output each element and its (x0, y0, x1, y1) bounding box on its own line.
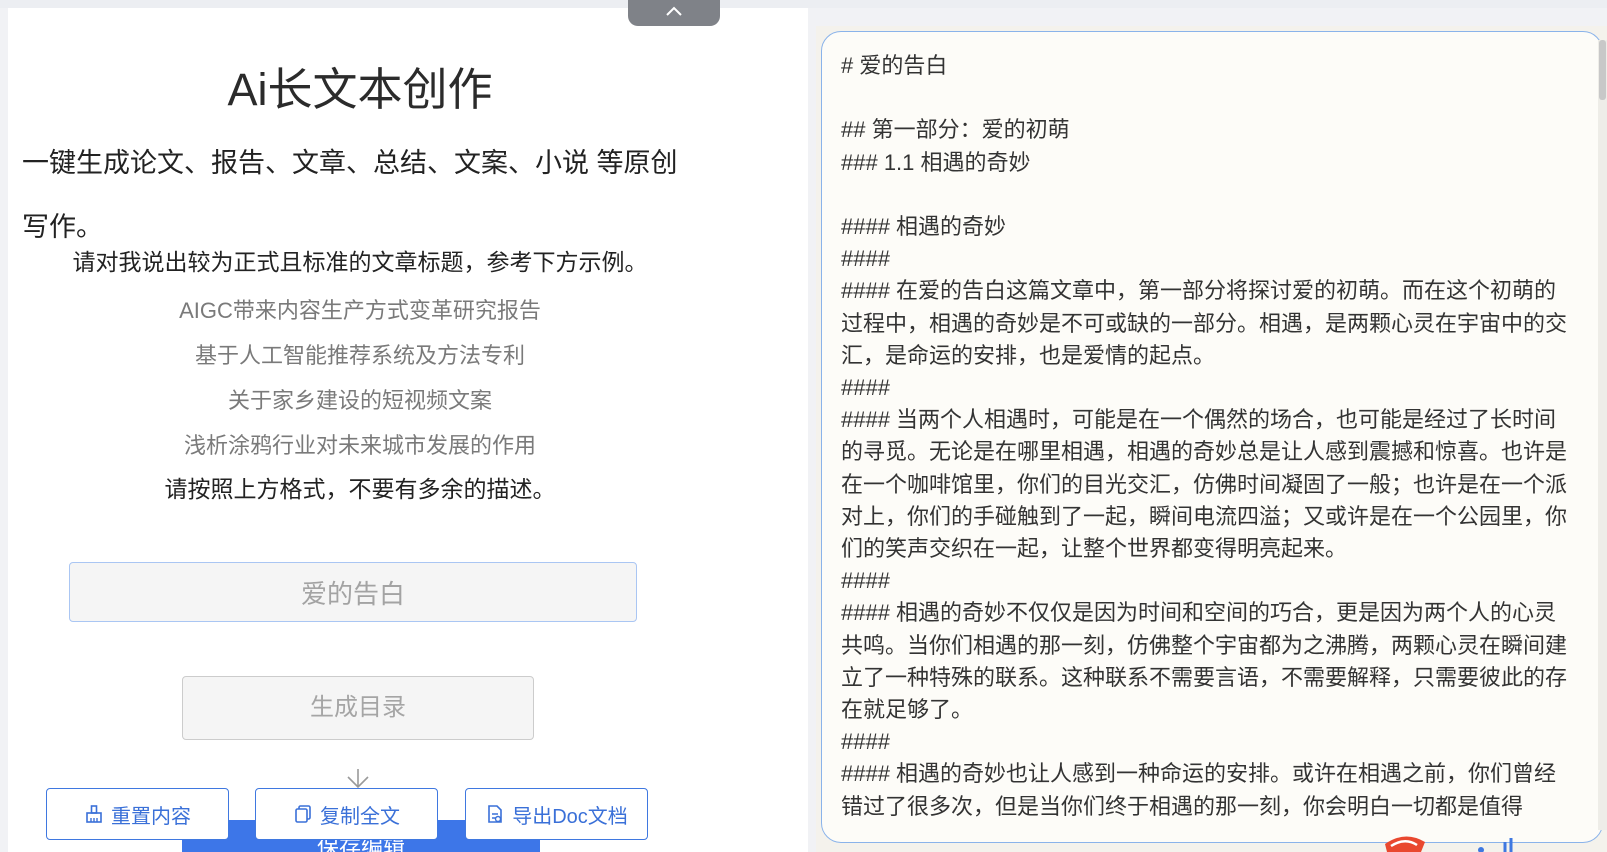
copy-icon (293, 804, 313, 824)
document-line: #### (841, 246, 890, 272)
reset-content-button[interactable]: 重置内容 (46, 788, 229, 840)
document-line: ### 1.1 相遇的奇妙 (841, 149, 1031, 175)
copy-all-button[interactable]: 复制全文 (255, 788, 438, 840)
top-strip (0, 0, 1607, 8)
chevron-up-icon (665, 4, 683, 22)
example-item: 关于家乡建设的短视频文案 (227, 388, 492, 413)
page-title: Ai长文本创作 (227, 64, 493, 115)
copy-all-label: 复制全文 (320, 805, 400, 828)
instruction-text: 请对我说出较为正式且标准的文章标题，参考下方示例。 (72, 249, 648, 275)
collapse-toggle[interactable] (628, 0, 720, 26)
title-input[interactable] (69, 562, 637, 622)
reset-content-label: 重置内容 (111, 805, 191, 828)
example-item: 基于人工智能推荐系统及方法专利 (194, 343, 525, 368)
document-line: #### (841, 375, 890, 400)
generate-outline-button[interactable]: 生成目录 (182, 676, 534, 740)
document-line: #### 相遇的奇妙 (841, 213, 1007, 239)
export-doc-button[interactable]: 导出Doc文档 (465, 788, 648, 840)
export-doc-label: 导出Doc文档 (512, 805, 628, 828)
document-line: #### 相遇的奇妙不仅仅是因为时间和空间的巧合，更是因为两个人的心灵共鸣。当你… (841, 600, 1568, 723)
document-line: #### 当两个人相遇时，可能是在一个偶然的场合，也可能是经过了长时间的寻觅。无… (841, 407, 1568, 562)
document-line: #### 相遇的奇妙也让人感到一种命运的安排。或许在相遇之前，你们曾经错过了很多… (841, 761, 1557, 819)
document-editor[interactable]: # 爱的告白 ## 第一部分：爱的初萌 ### 1.1 相遇的奇妙 #### 相遇的奇… (821, 31, 1603, 843)
scrollbar-track[interactable] (1598, 40, 1607, 830)
footer-icons (1385, 832, 1607, 852)
document-content: # 爱的告白 ## 第一部分：爱的初萌 ### 1.1 相遇的奇妙 #### 相遇的奇… (841, 50, 1572, 823)
format-note: 请按照上方格式，不要有多余的描述。 (164, 476, 556, 502)
example-list: AIGC带来内容生产方式变革研究报告 基于人工智能推荐系统及方法专利 关于家乡建… (8, 288, 712, 468)
document-line: #### (841, 729, 890, 755)
document-line: #### 在爱的告白这篇文章中，第一部分将探讨爱的初萌。而在这个初萌的过程中，相… (841, 278, 1568, 368)
reset-icon (84, 804, 104, 824)
document-line: ## 第一部分：爱的初萌 (841, 117, 1070, 143)
left-panel: Ai长文本创作 一键生成论文、报告、文章、总结、文案、小说 等原创写作。 请对我… (8, 8, 808, 852)
document-line: #### (841, 568, 890, 594)
example-item: AIGC带来内容生产方式变革研究报告 (179, 298, 541, 323)
scrollbar-thumb[interactable] (1599, 40, 1606, 100)
export-doc-icon (485, 804, 505, 824)
example-item: 浅析涂鸦行业对未来城市发展的作用 (183, 433, 536, 458)
document-line: # 爱的告白 (841, 53, 948, 78)
